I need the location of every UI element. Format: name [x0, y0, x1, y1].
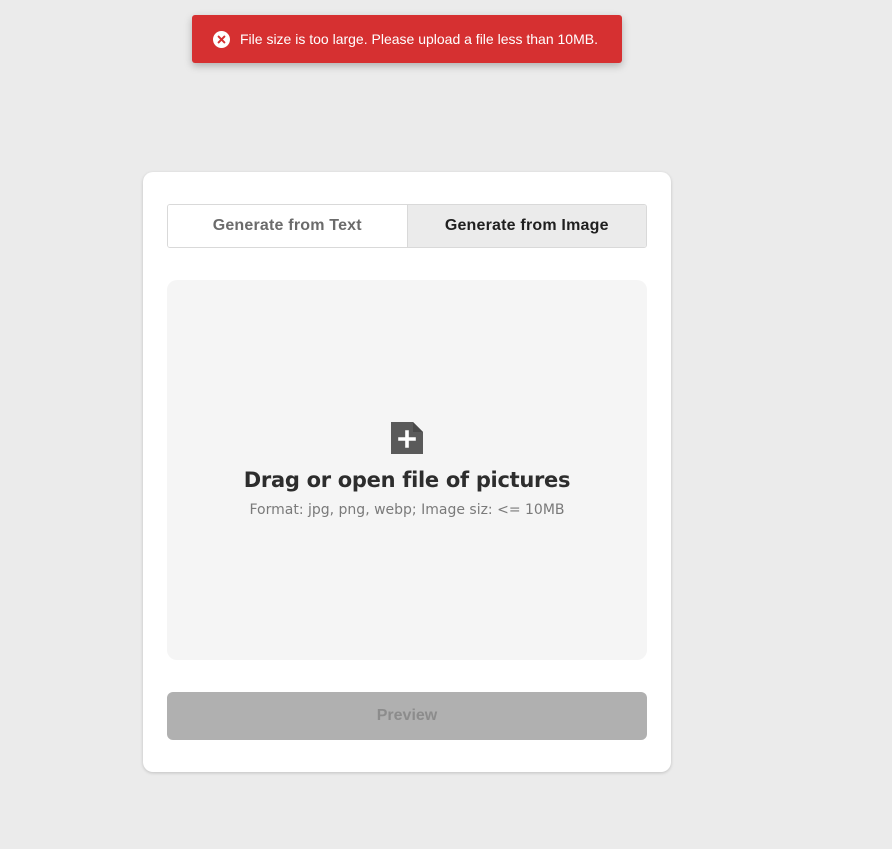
- generator-card: Generate from Text Generate from Image D…: [143, 172, 671, 772]
- file-add-icon: [389, 420, 425, 456]
- error-toast: File size is too large. Please upload a …: [192, 15, 622, 63]
- error-circle-icon: [213, 30, 230, 48]
- mode-tabs: Generate from Text Generate from Image: [167, 204, 647, 248]
- image-dropzone[interactable]: Drag or open file of pictures Format: jp…: [167, 280, 647, 660]
- toast-message: File size is too large. Please upload a …: [240, 31, 598, 47]
- dropzone-title: Drag or open file of pictures: [243, 468, 571, 492]
- tab-generate-from-image[interactable]: Generate from Image: [407, 205, 646, 247]
- preview-button[interactable]: Preview: [167, 692, 647, 740]
- tab-generate-from-text[interactable]: Generate from Text: [168, 205, 408, 247]
- dropzone-format-hint: Format: jpg, png, webp; Image siz: <= 10…: [249, 502, 565, 518]
